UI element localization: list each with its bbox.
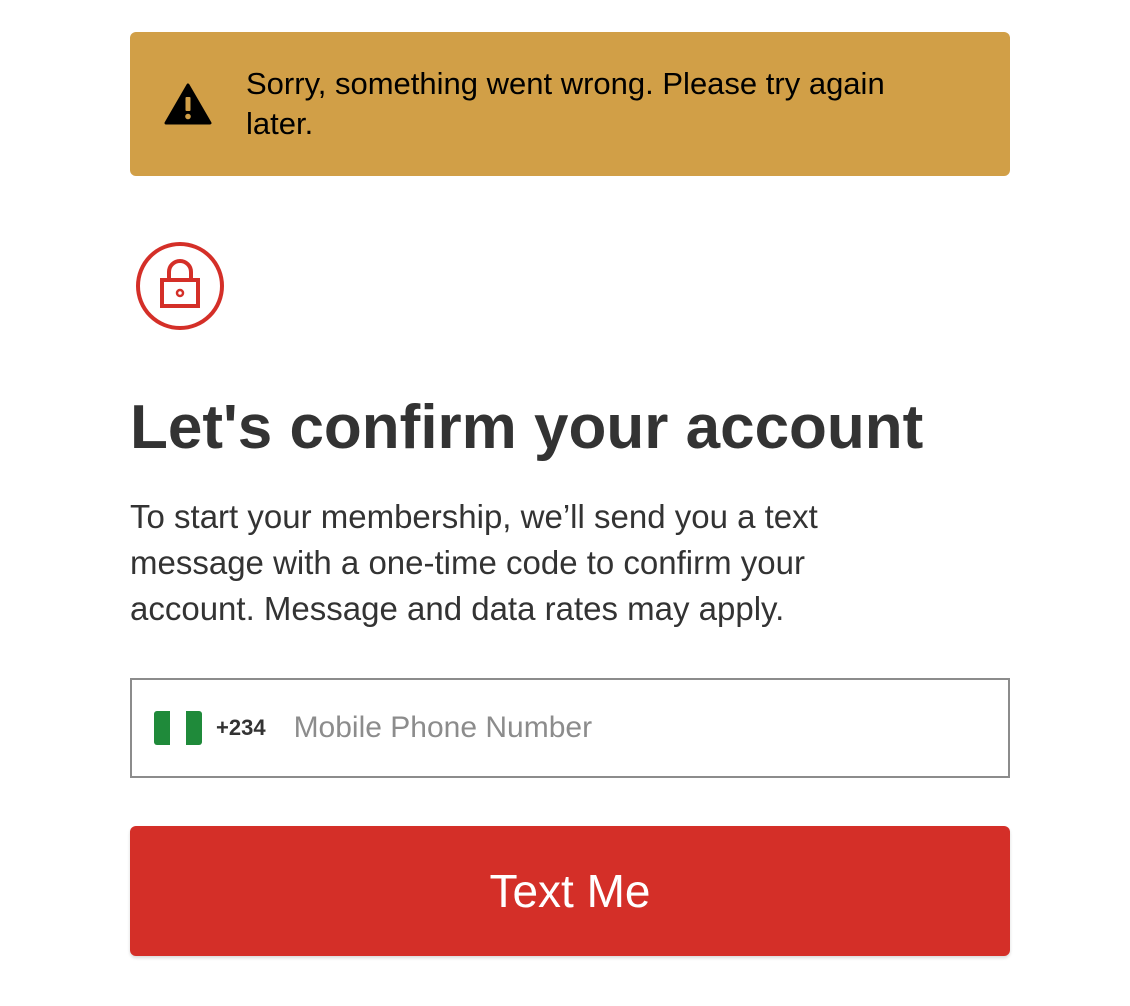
error-message: Sorry, something went wrong. Please try … <box>246 66 885 141</box>
nigeria-flag-icon <box>154 711 202 745</box>
dial-code: +234 <box>216 715 266 740</box>
country-code-selector[interactable]: +234 <box>154 711 266 745</box>
page-title: Let's confirm your account <box>130 393 924 462</box>
lock-icon <box>134 240 226 332</box>
text-me-button[interactable]: Text Me <box>130 826 1010 956</box>
error-alert: Sorry, something went wrong. Please try … <box>130 32 1010 176</box>
confirm-account-page: Sorry, something went wrong. Please try … <box>0 0 1130 1006</box>
description-text: To start your membership, we’ll send you… <box>130 498 818 627</box>
phone-field: +234 <box>130 678 1010 778</box>
warning-icon <box>164 83 212 125</box>
mobile-phone-input[interactable] <box>291 697 1008 759</box>
